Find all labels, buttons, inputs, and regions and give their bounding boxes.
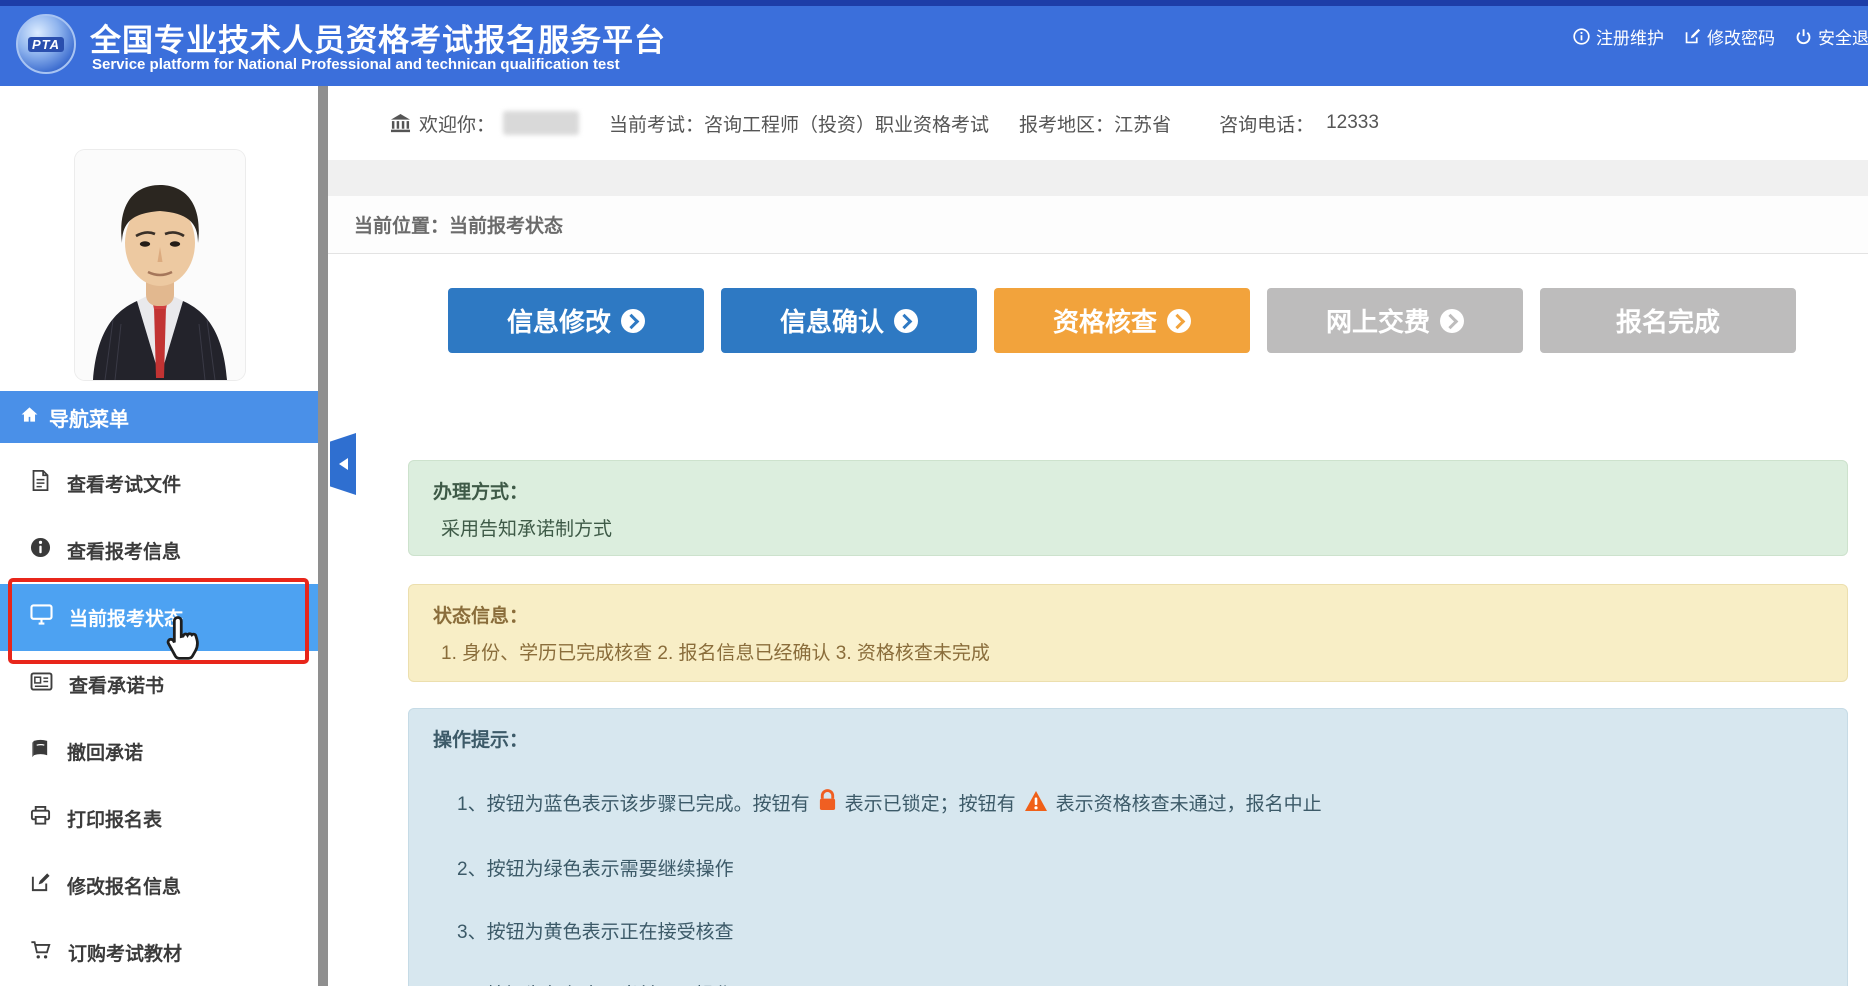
step-online-payment-button: 网上交费 [1267, 288, 1523, 353]
sidebar-item-withdraw-commitment[interactable]: 撤回承诺 [0, 718, 318, 785]
app-header: PTA 全国专业技术人员资格考试报名服务平台 Service platform … [0, 0, 1868, 86]
breadcrumb: 当前位置：当前报考状态 [328, 196, 1868, 254]
phone-label: 咨询电话： [1219, 110, 1314, 137]
welcome-bar: 欢迎你： 当前考试： 咨询工程师（投资）职业资格考试 报考地区： 江苏省 咨询电… [328, 86, 1868, 160]
current-exam-value: 咨询工程师（投资）职业资格考试 [704, 110, 989, 137]
edit-square-icon [30, 872, 51, 899]
certificate-icon [30, 672, 53, 697]
monitor-icon [30, 604, 53, 631]
chevron-circle-icon [1167, 309, 1191, 333]
step-registration-complete-button: 报名完成 [1540, 288, 1796, 353]
sidebar-collapse-tab[interactable] [330, 433, 356, 495]
tip-line-2: 2、按钮为绿色表示需要继续操作 [433, 857, 1823, 883]
power-icon [1795, 28, 1812, 45]
bank-icon [390, 113, 411, 133]
logout-link[interactable]: 安全退出 [1795, 24, 1868, 49]
phone-value: 12333 [1326, 112, 1379, 134]
sidebar-item-current-status[interactable]: 当前报考状态 [0, 584, 318, 651]
current-exam-label: 当前考试： [609, 110, 704, 137]
platform-logo: PTA [16, 14, 76, 74]
step-info-modify-button[interactable]: 信息修改 [448, 288, 704, 353]
divider-band [328, 160, 1868, 196]
method-alert: 办理方式： 采用告知承诺制方式 [408, 460, 1848, 556]
sidebar-item-commitment-letter[interactable]: 查看承诺书 [0, 651, 318, 718]
main-content: 欢迎你： 当前考试： 咨询工程师（投资）职业资格考试 报考地区： 江苏省 咨询电… [328, 86, 1868, 986]
change-password-link[interactable]: 修改密码 [1684, 24, 1775, 49]
chevron-circle-icon [621, 309, 645, 333]
info-circle-icon [30, 537, 51, 564]
nav-menu-header: 导航菜单 [0, 391, 318, 443]
cart-icon [30, 940, 52, 966]
sidebar-item-order-materials[interactable]: 订购考试教材 [0, 919, 318, 986]
home-icon [20, 405, 39, 430]
hand-cursor-icon [162, 614, 204, 671]
tip-line-3: 3、按钮为黄色表示正在接受核查 [433, 920, 1823, 946]
welcome-label: 欢迎你： [419, 110, 495, 137]
nav-list: 查看考试文件 查看报考信息 当前报考状态 查看承诺书 [0, 450, 318, 986]
method-title: 办理方式： [433, 477, 1823, 504]
sidebar-scrollbar[interactable] [318, 86, 328, 986]
chevron-circle-icon [1440, 309, 1464, 333]
applicant-photo [75, 150, 245, 380]
tips-alert: 操作提示： 1、按钮为蓝色表示该步骤已完成。按钮有 表示已锁定；按钮有 表示资格… [408, 708, 1848, 986]
tips-title: 操作提示： [433, 725, 1823, 752]
sidebar-item-edit-registration[interactable]: 修改报名信息 [0, 852, 318, 919]
tip-line-1: 1、按钮为蓝色表示该步骤已完成。按钮有 表示已锁定；按钮有 表示资格核查未通过，… [433, 789, 1823, 820]
chevron-circle-icon [894, 309, 918, 333]
method-body: 采用告知承诺制方式 [433, 514, 1823, 541]
status-title: 状态信息： [433, 601, 1823, 628]
lock-icon [818, 789, 837, 820]
sidebar-item-print-form[interactable]: 打印报名表 [0, 785, 318, 852]
page-title: 全国专业技术人员资格考试报名服务平台 [90, 15, 666, 60]
chevron-left-icon [333, 458, 348, 470]
status-alert: 状态信息： 1. 身份、学历已完成核查 2. 报名信息已经确认 3. 资格核查未… [408, 584, 1848, 682]
region-value: 江苏省 [1114, 110, 1171, 137]
sidebar-item-registration-info[interactable]: 查看报考信息 [0, 517, 318, 584]
register-maintain-link[interactable]: 注册维护 [1573, 24, 1664, 49]
book-icon [30, 739, 51, 765]
sidebar-item-exam-files[interactable]: 查看考试文件 [0, 450, 318, 517]
progress-steps: 信息修改 信息确认 资格核查 网上交费 报名完成 [448, 288, 1796, 353]
printer-icon [30, 805, 51, 832]
header-links: 注册维护 修改密码 安全退出 [1573, 24, 1868, 49]
document-icon [30, 470, 51, 497]
step-info-confirm-button[interactable]: 信息确认 [721, 288, 977, 353]
logo-text: PTA [28, 37, 64, 52]
sidebar: 导航菜单 查看考试文件 查看报考信息 当前报考状态 [0, 86, 318, 986]
step-qualification-check-button[interactable]: 资格核查 [994, 288, 1250, 353]
warning-triangle-icon [1024, 790, 1048, 820]
page: PTA 全国专业技术人员资格考试报名服务平台 Service platform … [0, 0, 1868, 986]
edit-icon [1684, 28, 1701, 45]
info-circle-icon [1573, 28, 1590, 45]
region-label: 报考地区： [1019, 110, 1114, 137]
welcome-name-redacted [503, 111, 579, 135]
page-subtitle: Service platform for National Profession… [92, 56, 620, 73]
status-body: 1. 身份、学历已完成核查 2. 报名信息已经确认 3. 资格核查未完成 [433, 638, 1823, 665]
